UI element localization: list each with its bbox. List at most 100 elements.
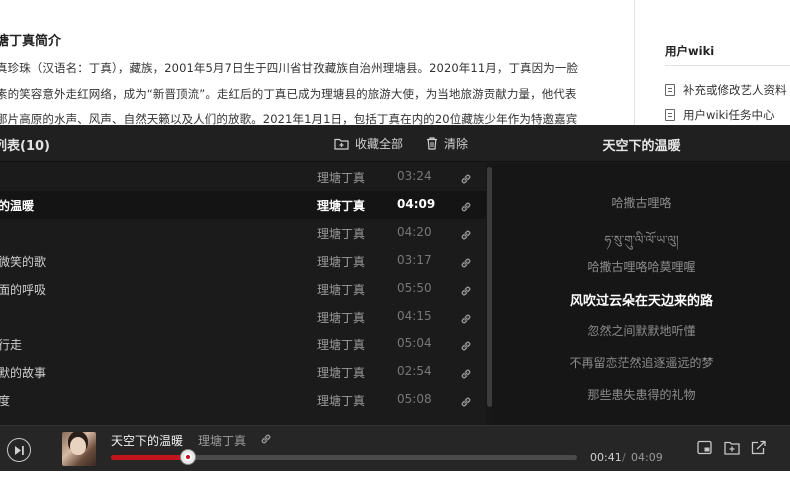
track-row[interactable]: 理塘丁真 04:15: [0, 303, 486, 331]
track-artist[interactable]: 理塘丁真: [317, 197, 365, 214]
track-duration: 03:17: [397, 252, 432, 267]
track-link-button[interactable]: [460, 170, 472, 189]
track-list: 理塘丁真 03:24 的温暖 理塘丁真 04:09 理塘丁真 04:20 微笑的歌 理塘丁真 03…: [0, 163, 486, 425]
link-icon[interactable]: [260, 433, 272, 445]
link-icon: [461, 314, 471, 323]
column-divider: [634, 0, 635, 125]
track-duration: 04:20: [397, 224, 432, 239]
track-link-button[interactable]: [460, 198, 472, 217]
track-name: 微笑的歌: [0, 254, 47, 269]
track-row[interactable]: 理塘丁真 03:24: [0, 163, 486, 191]
link-icon: [461, 258, 471, 268]
lyric-line: 不再留恋茫然追逐遥远的梦: [569, 356, 714, 370]
track-artist[interactable]: 理塘丁真: [317, 392, 365, 409]
track-duration: 05:04: [397, 336, 432, 351]
track-artist[interactable]: 理塘丁真: [317, 336, 365, 353]
next-icon: [15, 445, 24, 455]
track-link-button[interactable]: [460, 393, 472, 412]
total-time: 04:09: [631, 451, 663, 464]
track-row[interactable]: 度 理塘丁真 05:08: [0, 386, 486, 414]
track-row[interactable]: 微笑的歌 理塘丁真 03:17: [0, 247, 486, 275]
track-link-button[interactable]: [460, 337, 472, 356]
track-link-button[interactable]: [460, 226, 472, 245]
track-artist[interactable]: 理塘丁真: [317, 281, 365, 298]
track-link-button[interactable]: [460, 365, 472, 384]
wiki-task-center-label: 用户wiki任务中心: [683, 108, 775, 122]
link-icon: [461, 342, 471, 351]
lyric-line: 哈撒古哩咯: [611, 196, 672, 210]
share-icon[interactable]: [751, 440, 767, 455]
lyric-line: 忽然之间默默地听懂: [587, 324, 696, 338]
edit-artist-info-link[interactable]: 补充或修改艺人资料: [665, 82, 787, 98]
clear-label: 清除: [444, 137, 469, 151]
wiki-divider: [665, 65, 790, 66]
track-artist[interactable]: 理塘丁真: [317, 169, 365, 186]
wiki-task-center-link[interactable]: 用户wiki任务中心: [665, 107, 774, 123]
scrollbar-thumb[interactable]: [487, 167, 492, 407]
link-icon: [461, 174, 471, 184]
track-duration: 04:09: [397, 196, 436, 211]
lyric-line: 那些患失患得的礼物: [587, 388, 696, 402]
add-to-folder-icon[interactable]: [724, 440, 740, 455]
document-icon: [665, 84, 675, 96]
track-link-button[interactable]: [460, 254, 472, 273]
playlist-scrollbar[interactable]: [486, 163, 493, 425]
track-row[interactable]: 默的故事 理塘丁真 02:54: [0, 358, 486, 386]
now-playing-artist[interactable]: 理塘丁真: [198, 432, 246, 449]
collect-all-button[interactable]: 收藏全部: [334, 135, 403, 152]
track-duration: 05:50: [397, 280, 432, 295]
link-icon: [461, 369, 471, 379]
document-icon: [665, 109, 675, 121]
next-track-button[interactable]: [7, 438, 31, 462]
track-duration: 05:08: [397, 392, 432, 407]
lyric-line: 哈撒古哩咯哈莫哩喔: [587, 260, 696, 274]
track-artist[interactable]: 理塘丁真: [317, 253, 365, 270]
playlist-panel: 列表(10) 收藏全部 清除 天空下的温暖 理塘丁真 03:24 的温暖 理塘丁真 04…: [0, 125, 790, 425]
trash-icon: [427, 137, 437, 150]
track-duration: 02:54: [397, 364, 432, 379]
track-row[interactable]: 行走 理塘丁真 05:04: [0, 330, 486, 358]
link-icon: [461, 202, 471, 212]
folder-add-icon: [334, 138, 349, 150]
link-icon: [461, 397, 471, 407]
track-name: 行走: [0, 338, 23, 353]
playlist-header: 列表(10) 收藏全部 清除 天空下的温暖: [0, 125, 790, 162]
bio-text-line: 真珍珠（汉语名：丁真），藏族，2001年5月7日生于四川省甘孜藏族自治州理塘县。…: [0, 61, 579, 75]
progress-fill: [111, 455, 188, 460]
track-artist[interactable]: 理塘丁真: [317, 309, 365, 326]
track-row[interactable]: 理塘丁真 04:20: [0, 219, 486, 247]
album-cover[interactable]: [62, 432, 96, 466]
progress-bar[interactable]: [111, 450, 577, 464]
track-link-button[interactable]: [460, 310, 472, 329]
now-playing-title[interactable]: 天空下的温暖: [111, 432, 183, 449]
edit-artist-info-label: 补充或修改艺人资料: [683, 83, 787, 97]
collect-all-label: 收藏全部: [355, 137, 404, 151]
track-artist[interactable]: 理塘丁真: [317, 364, 365, 381]
lyric-song-title: 天空下的温暖: [602, 139, 681, 154]
current-time: 00:41: [590, 451, 622, 464]
track-duration: 04:15: [397, 308, 432, 323]
link-icon: [461, 230, 471, 240]
track-row[interactable]: 面的呼吸 理塘丁真 05:50: [0, 275, 486, 303]
clear-button[interactable]: 清除: [426, 135, 468, 152]
picture-in-picture-icon[interactable]: [697, 440, 713, 455]
link-icon: [461, 286, 471, 295]
player-control-bar: 天空下的温暖 理塘丁真 00:41 / 04:09: [0, 425, 790, 471]
track-artist[interactable]: 理塘丁真: [317, 225, 365, 242]
lyrics-pane: 哈撒古哩咯 ཧ་སུ་གུ་ལི་ལོ་ཡ་ལུ། 哈撒古哩咯哈莫哩喔风吹过云朵在天…: [493, 163, 790, 425]
lyric-line: ཧ་སུ་གུ་ལི་ལོ་ཡ་ལུ།: [604, 233, 679, 247]
user-wiki-title: 用户wiki: [665, 44, 715, 58]
bio-text-line: 素的笑容意外走红网络，成为“新晋顶流”。走红后的丁真已成为理塘县的旅游大使，为当…: [0, 87, 577, 101]
track-name: 面的呼吸: [0, 282, 47, 297]
playlist-title: 列表(10): [0, 139, 50, 154]
track-name: 的温暖: [0, 198, 35, 213]
current-lyric-line: 风吹过云朵在天边来的路: [569, 294, 713, 309]
track-link-button[interactable]: [460, 282, 472, 301]
track-name: 默的故事: [0, 366, 47, 381]
bio-title: 塘丁真简介: [0, 34, 62, 49]
progress-handle[interactable]: [180, 450, 195, 464]
track-row[interactable]: 的温暖 理塘丁真 04:09: [0, 190, 486, 219]
time-separator: /: [622, 451, 626, 464]
track-duration: 03:24: [397, 169, 432, 183]
track-name: 度: [0, 394, 11, 409]
